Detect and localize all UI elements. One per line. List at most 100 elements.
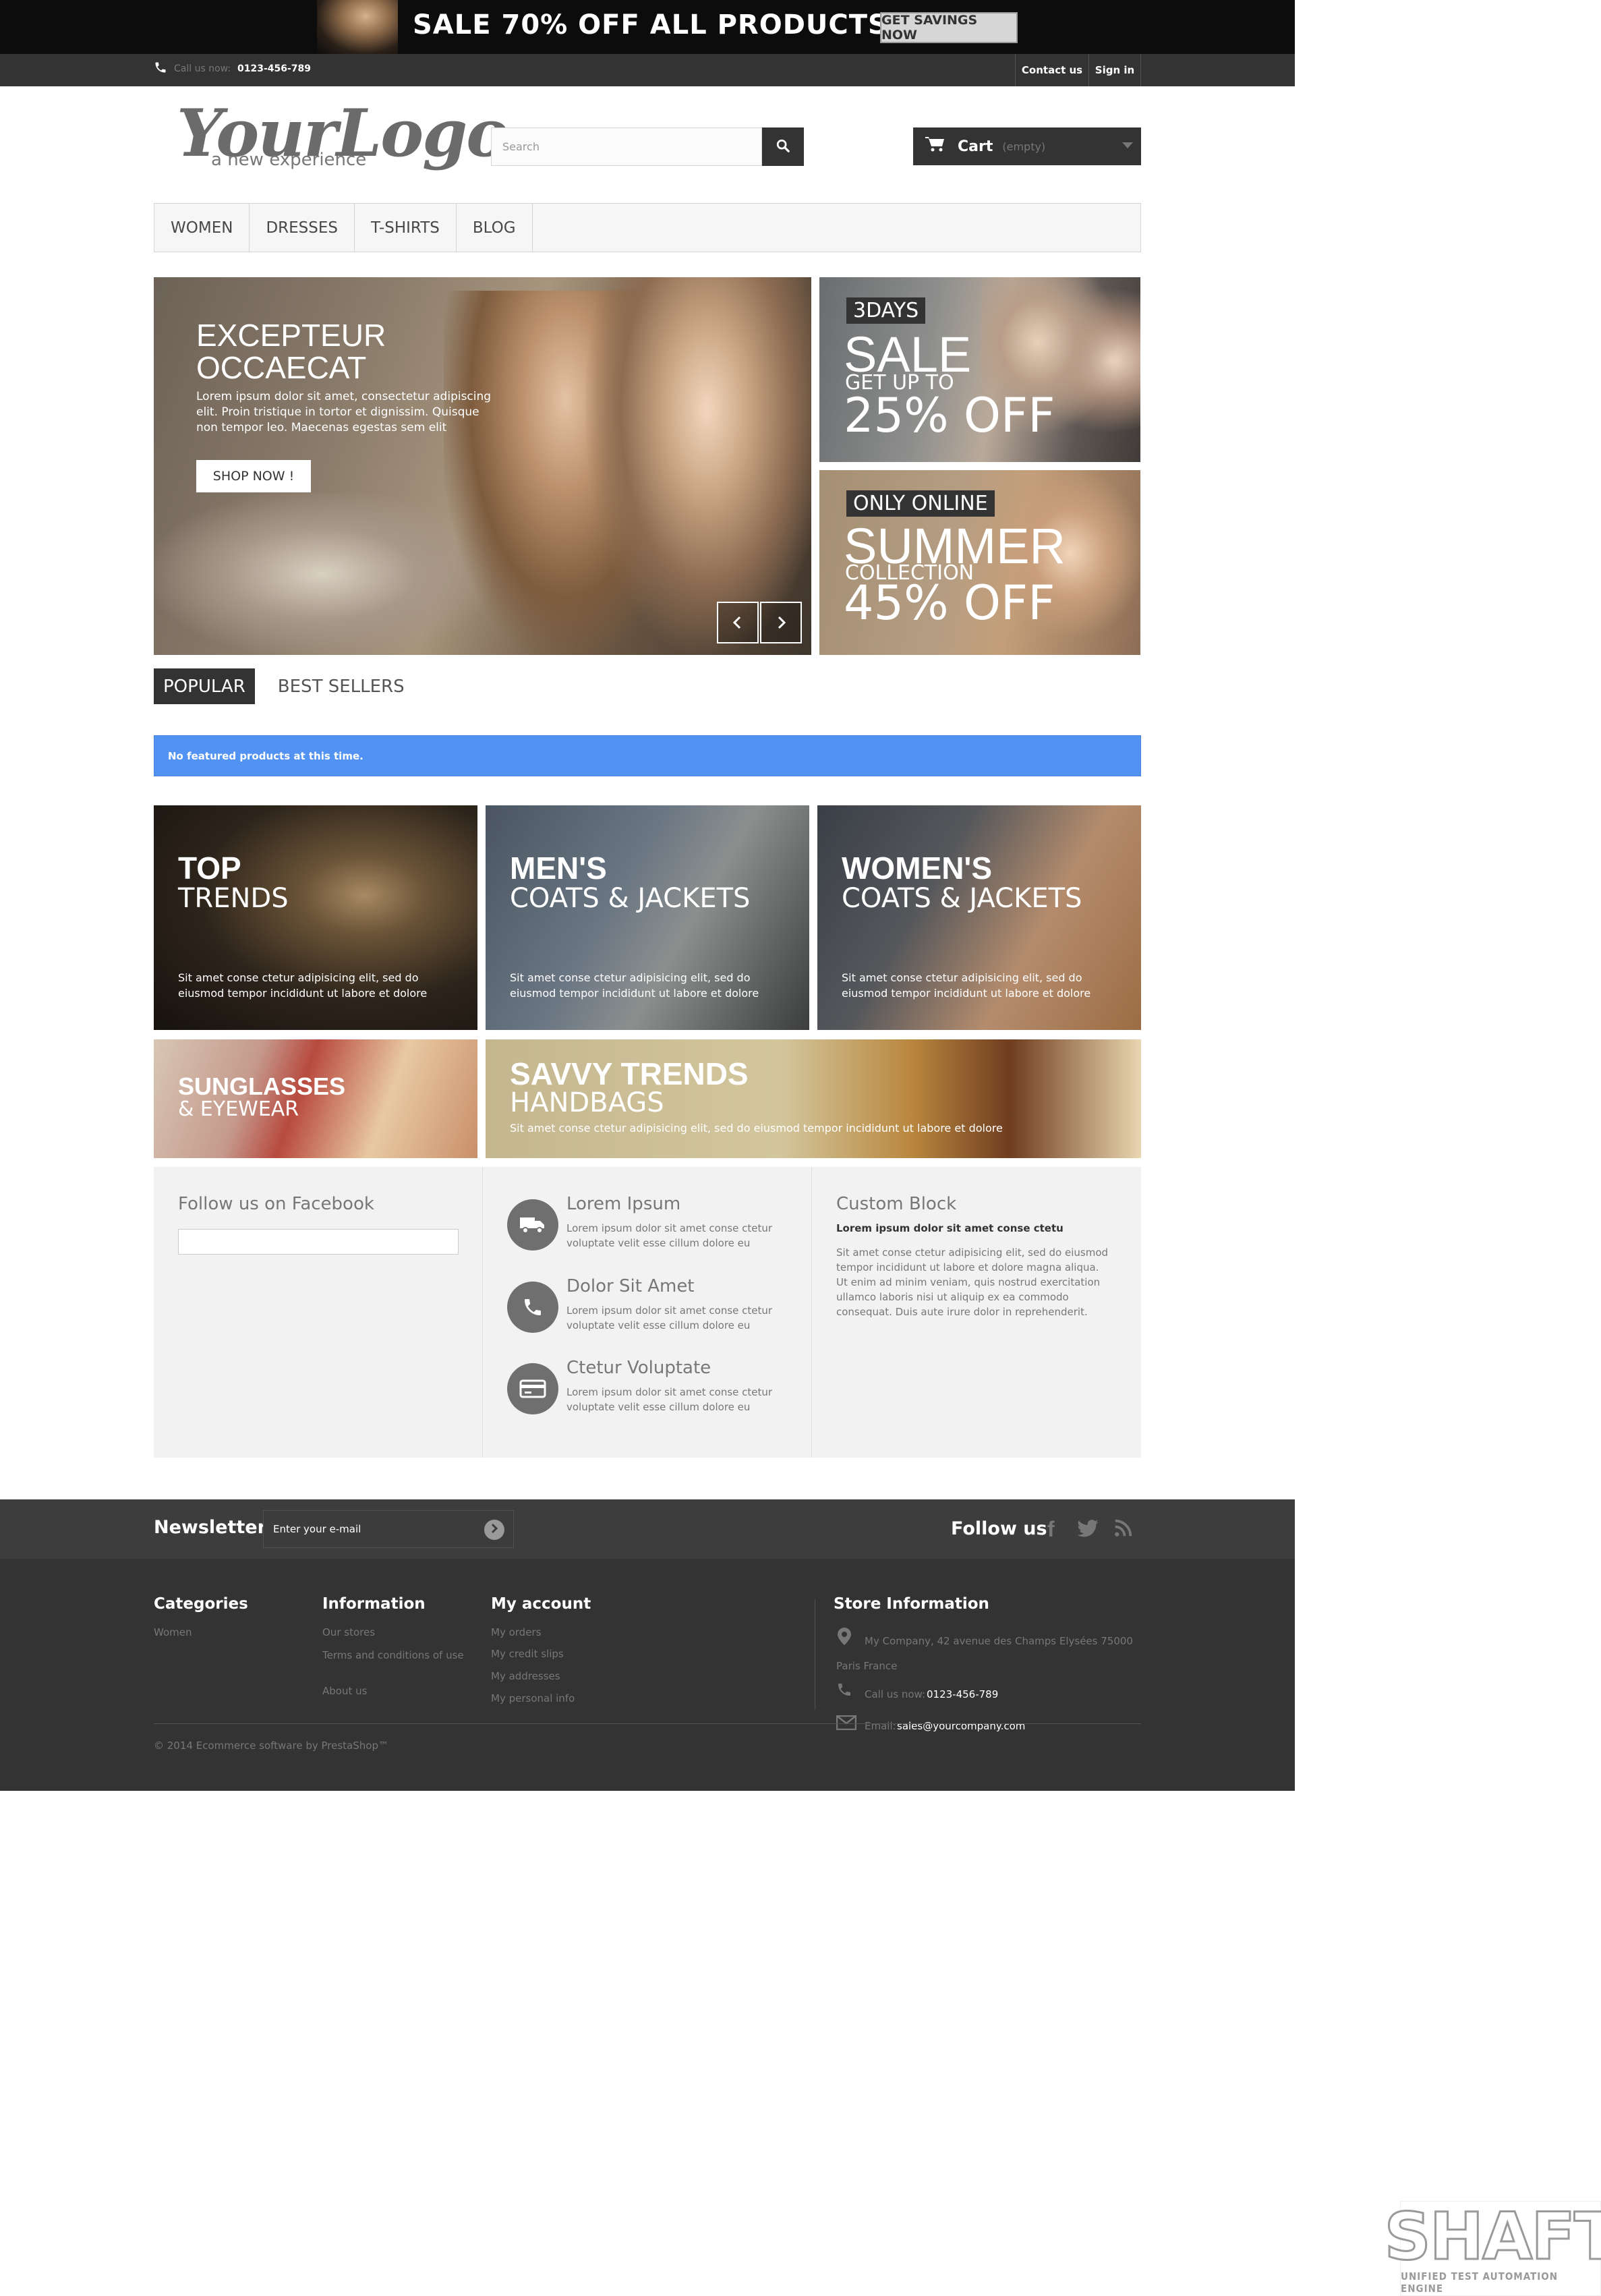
tile-text: Sit amet conse ctetur adipisicing elit, … [178, 971, 428, 1000]
product-tabs: POPULAR BEST SELLERS [154, 668, 414, 705]
footer-separator [154, 1723, 1141, 1724]
top-promo-banner[interactable]: SALE 70% OFF ALL PRODUCTS GET SAVINGS NO… [0, 0, 1295, 54]
logo-tagline: a new experience [211, 150, 367, 170]
side-banner-tag: 3DAYS [846, 297, 926, 324]
tile-subheading: & EYEWEAR [178, 1097, 299, 1121]
tile-subheading: COATS & JACKETS [842, 883, 1082, 914]
custom-block-text: Sit amet conse ctetur adipisicing elit, … [836, 1246, 1109, 1318]
tile-subheading: TRENDS [178, 883, 289, 914]
tile-handbags[interactable]: SAVVY TRENDS HANDBAGS Sit amet conse cte… [486, 1039, 1141, 1158]
slider-next-button[interactable] [760, 602, 802, 643]
footer-link[interactable]: My addresses [491, 1670, 560, 1682]
custom-block-title: Custom Block [836, 1194, 957, 1214]
footer-link[interactable]: My personal info [491, 1692, 575, 1704]
info-band: Follow us on Facebook Lorem Ipsum Lorem … [154, 1167, 1141, 1458]
sign-in-link[interactable]: Sign in [1088, 54, 1141, 86]
slider-foliage-image [154, 493, 491, 655]
call-us-label: Call us now: [174, 63, 231, 74]
get-savings-button[interactable]: GET SAVINGS NOW [880, 12, 1018, 43]
newsletter-submit-button[interactable] [484, 1520, 504, 1540]
footer-account-title[interactable]: My account [491, 1595, 591, 1613]
slider-description: Lorem ipsum dolor sit amet, consectetur … [196, 390, 492, 434]
feature-text: Lorem ipsum dolor sit amet conse ctetur … [566, 1304, 773, 1331]
feature-title: Ctetur Voluptate [566, 1358, 711, 1378]
feature-text: Lorem ipsum dolor sit amet conse ctetur … [566, 1222, 773, 1249]
tile-womens-coats[interactable]: WOMEN'S COATS & JACKETS Sit amet conse c… [817, 805, 1141, 1030]
footer-link[interactable]: My orders [491, 1626, 541, 1638]
facebook-icon[interactable]: f [1047, 1517, 1055, 1542]
phone-icon [507, 1282, 558, 1333]
menu-item-tshirts[interactable]: T-SHIRTS [355, 204, 457, 252]
main-menu: WOMEN DRESSES T-SHIRTS BLOG [154, 203, 1141, 252]
tile-heading: MEN'S [510, 851, 607, 886]
tab-popular[interactable]: POPULAR [154, 668, 255, 704]
features-block: Lorem Ipsum Lorem ipsum dolor sit amet c… [483, 1167, 812, 1458]
contact-us-link[interactable]: Contact us [1015, 54, 1088, 86]
facebook-widget[interactable] [178, 1229, 459, 1255]
twitter-icon[interactable] [1076, 1517, 1099, 1543]
side-banner-sale[interactable]: 3DAYS SALE GET UP TO 25% OFF [819, 277, 1140, 462]
phone-number: 0123-456-789 [237, 63, 312, 74]
feature-title: Dolor Sit Amet [566, 1276, 695, 1296]
top-nav-bar: Call us now: 0123-456-789 Contact us Sig… [0, 54, 1295, 86]
footer-categories-title[interactable]: Categories [154, 1595, 248, 1613]
tile-subheading: HANDBAGS [510, 1087, 664, 1118]
footer-information-title: Information [322, 1595, 426, 1613]
shaft-logo: SHAFT [1383, 2198, 1601, 2274]
tile-heading: SUNGLASSES [178, 1072, 346, 1100]
store-address: My Company, 42 avenue des Champs Elysées… [836, 1635, 1133, 1672]
tile-top-trends[interactable]: TOP TRENDS Sit amet conse ctetur adipisi… [154, 805, 477, 1030]
chevron-down-icon [1122, 142, 1133, 148]
feature-text: Lorem ipsum dolor sit amet conse ctetur … [566, 1386, 773, 1413]
side-banner-tag: ONLY ONLINE [846, 490, 995, 517]
chevron-left-icon [730, 609, 745, 636]
slider-prev-button[interactable] [717, 602, 759, 643]
menu-item-women[interactable]: WOMEN [154, 204, 250, 252]
store-email-label: Email: [865, 1720, 896, 1732]
feature-title: Lorem Ipsum [566, 1194, 681, 1214]
banner-sale-text: SALE 70% OFF ALL PRODUCTS [413, 9, 888, 40]
footer-link[interactable]: Our stores [322, 1626, 375, 1638]
menu-item-blog[interactable]: BLOG [457, 204, 533, 252]
side-banner-summer[interactable]: ONLY ONLINE SUMMER COLLECTION 45% OFF [819, 470, 1140, 655]
search-input[interactable]: Search [491, 127, 762, 166]
store-phone: 0123-456-789 [927, 1688, 999, 1700]
footer-link[interactable]: About us [322, 1685, 367, 1697]
page: SALE 70% OFF ALL PRODUCTS GET SAVINGS NO… [0, 0, 1601, 2296]
chevron-right-icon [774, 609, 788, 636]
store-email[interactable]: sales@yourcompany.com [897, 1720, 1025, 1732]
search-button[interactable] [762, 127, 804, 166]
tile-text: Sit amet conse ctetur adipisicing elit, … [510, 971, 759, 1000]
banner-model-image [317, 0, 398, 54]
shop-now-button[interactable]: SHOP NOW ! [196, 460, 311, 492]
footer-link[interactable]: My credit slips [491, 1648, 564, 1660]
cart-label: Cart [958, 138, 993, 155]
newsletter-email-input[interactable]: Enter your e-mail [263, 1510, 514, 1548]
footer: Categories Women Information Our stores … [0, 1559, 1295, 1791]
tile-mens-coats[interactable]: MEN'S COATS & JACKETS Sit amet conse cte… [486, 805, 809, 1030]
follow-us-title: Follow us [951, 1518, 1047, 1539]
footer-store-title: Store Information [834, 1595, 989, 1613]
cart-button[interactable]: Cart (empty) [913, 127, 1141, 165]
slider-model-image [585, 277, 811, 655]
envelope-icon [836, 1715, 857, 1733]
slider-title-line: OCCAECAT [196, 350, 367, 385]
tab-best-sellers[interactable]: BEST SELLERS [268, 668, 414, 704]
shaft-watermark: SHAFT UNIFIED TEST AUTOMATION ENGINE [1383, 2201, 1601, 2296]
newsletter-title: Newsletter [154, 1517, 266, 1538]
tile-heading: WOMEN'S [842, 851, 993, 886]
tile-sunglasses[interactable]: SUNGLASSES & EYEWEAR [154, 1039, 477, 1158]
copyright[interactable]: © 2014 Ecommerce software by PrestaShop™ [154, 1740, 388, 1752]
search-icon [776, 138, 790, 156]
tile-text: Sit amet conse ctetur adipisicing elit, … [510, 1122, 1003, 1135]
credit-card-icon [507, 1363, 558, 1414]
footer-link[interactable]: Terms and conditions of use [322, 1648, 464, 1663]
menu-item-dresses[interactable]: DRESSES [250, 204, 355, 252]
rss-icon[interactable] [1113, 1518, 1133, 1541]
truck-icon [507, 1199, 558, 1251]
store-call-label: Call us now: [865, 1688, 926, 1700]
shaft-tagline: UNIFIED TEST AUTOMATION ENGINE [1401, 2270, 1558, 2295]
side-banner-discount: 25% OFF [844, 388, 1055, 443]
footer-link[interactable]: Women [154, 1626, 192, 1638]
home-slider[interactable]: EXCEPTEUR OCCAECAT Lorem ipsum dolor sit… [154, 277, 811, 655]
